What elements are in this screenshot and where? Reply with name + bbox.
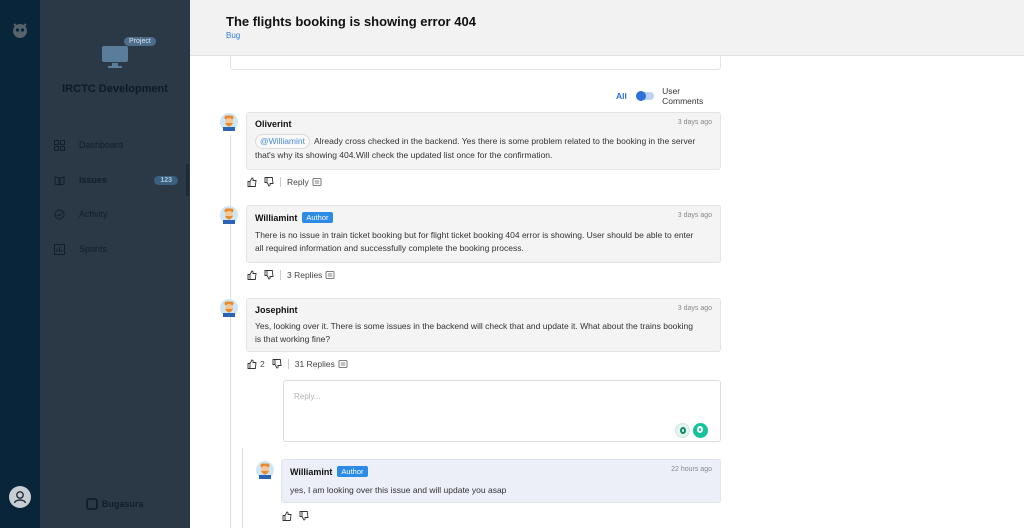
check-circle-icon bbox=[54, 209, 65, 219]
reply-author[interactable]: Williamint bbox=[290, 467, 332, 477]
mention-chip[interactable]: @Williamint bbox=[255, 134, 310, 149]
comment-card: Williamint Author 3 days ago There is no… bbox=[246, 205, 721, 263]
like-count: 2 bbox=[260, 359, 265, 369]
avatar[interactable] bbox=[220, 113, 238, 131]
issue-detail-panel: The flights booking is showing error 404… bbox=[190, 0, 1024, 528]
comment-card: Josephint 3 days ago Yes, looking over i… bbox=[246, 298, 721, 352]
sidebar-item-label: Sprints bbox=[79, 244, 108, 254]
replies-link[interactable]: 3 Replies bbox=[287, 270, 322, 280]
thumbs-down-icon[interactable] bbox=[264, 270, 274, 280]
comment-text-line: that's why its showing 404.Will check th… bbox=[255, 150, 553, 160]
thumbs-down-icon[interactable] bbox=[299, 511, 309, 521]
comment-body: Yes, looking over it. There is some issu… bbox=[255, 320, 710, 346]
comment-filter-toggle[interactable] bbox=[635, 91, 655, 101]
avatar[interactable] bbox=[220, 299, 238, 317]
active-indicator bbox=[186, 164, 189, 196]
comment-author[interactable]: Oliverint bbox=[255, 119, 292, 129]
author-badge: Author bbox=[337, 466, 368, 477]
reply-input[interactable]: Reply... bbox=[283, 380, 721, 442]
brand-footer: Bugasura bbox=[86, 498, 144, 510]
bug-logo-icon[interactable] bbox=[10, 20, 30, 40]
sidebar-item-sprints[interactable]: Sprints bbox=[54, 239, 190, 259]
divider bbox=[287, 359, 289, 369]
grammarly-icon[interactable] bbox=[693, 423, 708, 438]
comment-actions: Reply bbox=[247, 177, 322, 187]
comment-actions: 2 31 Replies bbox=[247, 359, 348, 369]
comment-text-line: all required information and successfull… bbox=[255, 243, 524, 253]
chart-icon bbox=[54, 243, 65, 255]
avatar[interactable] bbox=[220, 206, 238, 224]
thumbs-up-icon[interactable] bbox=[247, 177, 257, 187]
filter-user-comments-label[interactable]: User Comments bbox=[662, 86, 721, 106]
comment-text-line: Already cross checked in the backend. Ye… bbox=[314, 136, 696, 146]
comment-actions: 3 Replies bbox=[247, 270, 335, 280]
reply-body: yes, I am looking over this issue and wi… bbox=[290, 485, 507, 495]
brand-name: Bugasura bbox=[102, 499, 144, 509]
sidebar-item-dashboard[interactable]: Dashboard bbox=[54, 135, 190, 155]
divider bbox=[280, 177, 281, 187]
issue-type-tag[interactable]: Bug bbox=[226, 31, 240, 40]
comment-text-line: is that working fine? bbox=[255, 334, 331, 344]
comment-text-line: There is no issue in train ticket bookin… bbox=[255, 230, 694, 240]
author-badge: Author bbox=[302, 212, 333, 223]
sidebar-item-label: Activity bbox=[79, 209, 108, 219]
thumbs-up-icon[interactable] bbox=[247, 270, 257, 280]
comment-filter: All User Comments bbox=[616, 86, 721, 106]
avatar[interactable] bbox=[256, 461, 274, 479]
comment-icon[interactable] bbox=[312, 177, 322, 187]
project-sidebar: Project IRCTC Development Dashboard Issu… bbox=[40, 0, 190, 528]
reply-time: 22 hours ago bbox=[671, 466, 712, 473]
thumbs-up-icon[interactable] bbox=[282, 511, 292, 521]
toggle-knob bbox=[635, 91, 646, 101]
comment-card: Oliverint 3 days ago @Williamint Already … bbox=[246, 112, 721, 170]
grammar-suggest-icon[interactable] bbox=[675, 423, 690, 438]
comment-icon[interactable] bbox=[325, 270, 335, 280]
sidebar-item-label: Issues bbox=[79, 175, 108, 185]
reply-placeholder: Reply... bbox=[294, 392, 321, 401]
description-card-bottom bbox=[230, 56, 721, 70]
reply-card: Williamint Author 22 hours ago yes, I am… bbox=[281, 459, 721, 503]
thread-line bbox=[230, 135, 231, 528]
thumbs-down-icon[interactable] bbox=[272, 359, 282, 369]
comment-author[interactable]: Williamint bbox=[255, 213, 297, 223]
monitor-icon bbox=[102, 46, 128, 68]
reply-link[interactable]: Reply bbox=[287, 177, 309, 187]
filter-all-label[interactable]: All bbox=[616, 91, 627, 101]
comment-icon[interactable] bbox=[338, 359, 348, 369]
issues-count-badge: 123 bbox=[154, 175, 178, 185]
comment-body: @Williamint Already cross checked in the … bbox=[255, 134, 710, 162]
book-icon bbox=[54, 175, 65, 186]
comment-author[interactable]: Josephint bbox=[255, 305, 298, 315]
subthread-line bbox=[242, 448, 243, 528]
divider bbox=[280, 270, 281, 280]
replies-link[interactable]: 31 Replies bbox=[295, 359, 335, 369]
grid-icon bbox=[54, 139, 65, 151]
app-rail bbox=[0, 0, 40, 528]
issue-header: The flights booking is showing error 404… bbox=[190, 0, 1024, 56]
comment-body: There is no issue in train ticket bookin… bbox=[255, 229, 710, 255]
project-badge: Project bbox=[124, 37, 156, 46]
thumbs-up-icon[interactable] bbox=[247, 359, 257, 369]
sidebar-item-issues[interactable]: Issues 123 bbox=[54, 170, 190, 190]
issue-title: The flights booking is showing error 404 bbox=[226, 14, 476, 29]
user-icon bbox=[13, 491, 27, 504]
comment-time: 3 days ago bbox=[677, 305, 712, 312]
sidebar-item-activity[interactable]: Activity bbox=[54, 204, 190, 224]
thumbs-down-icon[interactable] bbox=[264, 177, 274, 187]
comment-time: 3 days ago bbox=[677, 119, 712, 126]
bugasura-logo-icon bbox=[86, 498, 98, 510]
project-title: IRCTC Development bbox=[62, 83, 168, 95]
sidebar-item-label: Dashboard bbox=[79, 140, 124, 150]
reply-actions bbox=[282, 511, 309, 521]
comment-text-line: Yes, looking over it. There is some issu… bbox=[255, 321, 694, 331]
user-avatar-button[interactable] bbox=[9, 486, 31, 508]
comment-time: 3 days ago bbox=[677, 212, 712, 219]
